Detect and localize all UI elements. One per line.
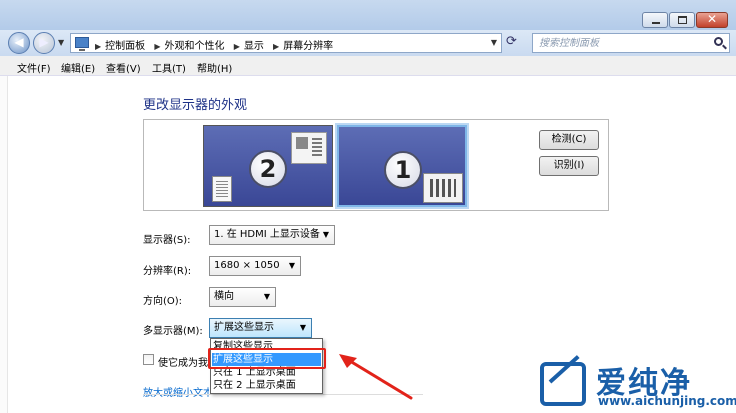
back-button[interactable]: ◀ <box>8 32 30 54</box>
address-dropdown-icon[interactable]: ▼ <box>491 38 497 47</box>
address-box[interactable]: ▶ 控制面板 ▶ 外观和个性化 ▶ 显示 ▶ 屏幕分辨率 ▼ <box>70 33 502 53</box>
watermark-url: www.aichunjing.com <box>598 394 736 408</box>
multi-display-select[interactable]: 扩展这些显示 ▼ <box>209 318 312 338</box>
menu-bar: 文件(F) 编辑(E) 查看(V) 工具(T) 帮助(H) <box>0 56 736 76</box>
chevron-down-icon: ▼ <box>288 261 295 270</box>
address-bar: ◀ ▶ ▼ ▶ 控制面板 ▶ 外观和个性化 ▶ 显示 ▶ 屏幕分辨率 ▼ ⟳ <box>0 30 736 56</box>
primary-display-checkbox[interactable] <box>143 354 154 365</box>
title-bar: ✕ <box>0 0 736 30</box>
breadcrumb-screen-resolution[interactable]: 屏幕分辨率 <box>283 41 333 52</box>
refresh-icon[interactable]: ⟳ <box>506 34 517 49</box>
breadcrumb: ▶ 控制面板 ▶ 外观和个性化 ▶ 显示 ▶ 屏幕分辨率 <box>93 37 337 52</box>
recent-pages-dropdown-icon[interactable]: ▼ <box>58 38 64 47</box>
text-size-link[interactable]: 放大或缩小文本和其他项目 <box>143 384 209 399</box>
window-thumbnail-icon <box>291 132 327 164</box>
monitor-number-badge: 2 <box>249 150 287 188</box>
menu-edit[interactable]: 编辑(E) <box>61 60 95 75</box>
monitor-preview-panel: 2 1 检测(C) 识别(I) <box>143 119 609 211</box>
breadcrumb-appearance[interactable]: 外观和个性化 <box>165 41 225 52</box>
display-select-value: 1. 在 HDMI 上显示设备 <box>214 229 320 240</box>
orientation-label: 方向(O): <box>143 296 183 307</box>
document-thumbnail-icon <box>212 176 232 202</box>
breadcrumb-separator-icon: ▶ <box>233 42 240 51</box>
window-left-edge <box>0 76 8 413</box>
multi-display-label: 多显示器(M): <box>143 326 203 337</box>
breadcrumb-separator-icon: ▶ <box>95 42 102 51</box>
orientation-select-value: 横向 <box>214 291 234 302</box>
resolution-select[interactable]: 1680 × 1050 ▼ <box>209 256 301 276</box>
menu-tools[interactable]: 工具(T) <box>152 60 186 75</box>
maximize-button[interactable] <box>669 12 695 28</box>
display-select[interactable]: 1. 在 HDMI 上显示设备 ▼ <box>209 225 335 245</box>
back-arrow-icon: ◀ <box>14 35 24 49</box>
option-only-2[interactable]: 只在 2 上显示桌面 <box>212 379 321 392</box>
chevron-down-icon: ▼ <box>322 230 329 239</box>
annotation-highlight-box <box>208 348 326 369</box>
watermark-logo: 爱纯净 www.aichunjing.com <box>540 358 736 410</box>
brand-logo-icon <box>540 362 586 406</box>
forward-button[interactable]: ▶ <box>33 32 55 54</box>
orientation-select[interactable]: 横向 ▼ <box>209 287 276 307</box>
breadcrumb-separator-icon: ▶ <box>273 42 280 51</box>
search-input[interactable] <box>533 34 703 52</box>
close-icon: ✕ <box>706 12 718 26</box>
forward-arrow-icon: ▶ <box>39 35 49 49</box>
multi-display-select-value: 扩展这些显示 <box>214 322 274 333</box>
page-title: 更改显示器的外观 <box>143 98 248 113</box>
resolution-label: 分辨率(R): <box>143 266 192 277</box>
monitor-number-badge: 1 <box>384 151 422 189</box>
monitor-1-preview[interactable]: 1 <box>337 125 467 207</box>
window-controls: ✕ <box>641 12 728 28</box>
menu-file[interactable]: 文件(F) <box>17 60 51 75</box>
primary-display-checkbox-label: 使它成为我的主显示器 <box>158 358 210 369</box>
menu-view[interactable]: 查看(V) <box>106 60 141 75</box>
minimize-button[interactable] <box>642 12 668 28</box>
chevron-down-icon: ▼ <box>299 323 306 332</box>
monitor-2-preview[interactable]: 2 <box>203 125 333 207</box>
search-icon[interactable] <box>714 37 723 46</box>
annotation-arrow-icon <box>339 354 413 400</box>
grid-thumbnail-icon <box>423 173 463 203</box>
maximize-icon <box>678 16 687 24</box>
breadcrumb-separator-icon: ▶ <box>154 42 161 51</box>
resolution-select-value: 1680 × 1050 <box>214 260 280 271</box>
identify-button[interactable]: 识别(I) <box>539 156 599 176</box>
control-panel-icon <box>75 37 89 51</box>
breadcrumb-control-panel[interactable]: 控制面板 <box>105 41 145 52</box>
breadcrumb-display[interactable]: 显示 <box>244 41 264 52</box>
search-box <box>532 33 730 53</box>
detect-button[interactable]: 检测(C) <box>539 130 599 150</box>
menu-help[interactable]: 帮助(H) <box>197 60 232 75</box>
chevron-down-icon: ▼ <box>263 292 270 301</box>
close-button[interactable]: ✕ <box>696 12 728 28</box>
minimize-icon <box>652 22 660 24</box>
display-label: 显示器(S): <box>143 235 191 246</box>
